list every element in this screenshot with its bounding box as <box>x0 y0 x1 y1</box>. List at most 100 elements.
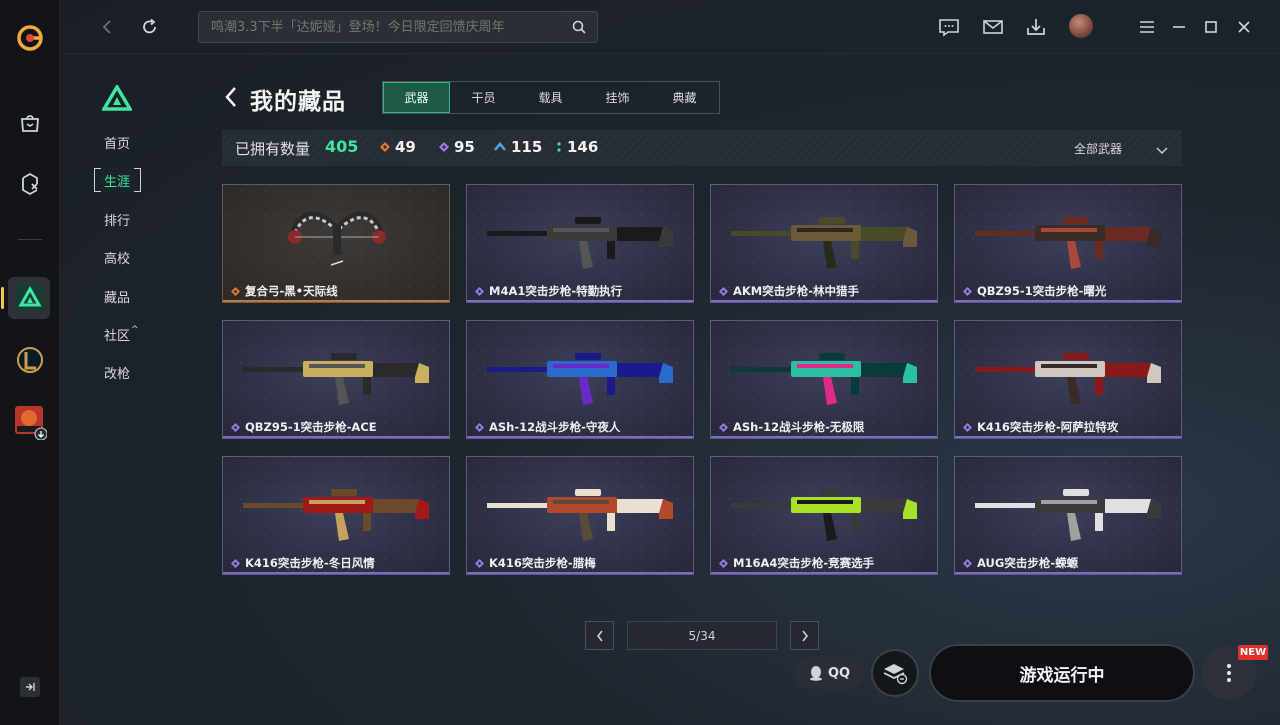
weapon-name: K416突击步枪-冬日风情 <box>231 555 375 571</box>
weapon-name-text: M4A1突击步枪-特勤执行 <box>489 284 623 298</box>
weapon-name: M4A1突击步枪-特勤执行 <box>475 283 622 299</box>
weapon-card[interactable]: K416突击步枪-阿萨拉特攻 <box>954 320 1182 439</box>
qq-login-button[interactable]: QQ <box>795 657 864 689</box>
owned-label: 已拥有数量 <box>235 140 311 158</box>
weapon-name-text: QBZ95-1突击步枪-曙光 <box>977 284 1107 298</box>
diamond-purple-icon <box>963 286 972 296</box>
weapon-card[interactable]: M16A4突击步枪-竞赛选手 <box>710 456 938 575</box>
rarity-line <box>955 436 1181 438</box>
rifle-image <box>243 489 429 541</box>
league-of-legends-game-icon[interactable] <box>10 340 50 380</box>
weapon-name-text: AUG突击步枪-蝾螈 <box>977 556 1079 570</box>
weapon-name-text: 复合弓-黑•天际线 <box>245 284 338 298</box>
owned-count: 405 <box>325 137 359 156</box>
game-running-button[interactable]: 游戏运行中 <box>929 644 1195 702</box>
menu-icon[interactable] <box>1134 14 1160 40</box>
subnav-item-ranking[interactable]: 排行 <box>104 210 130 229</box>
new-badge: NEW <box>1238 645 1268 660</box>
weapon-name: 复合弓-黑•天际线 <box>231 283 338 299</box>
chevron-down-icon[interactable] <box>1156 140 1168 159</box>
weapon-card[interactable]: AUG突击步枪-蝾螈 <box>954 456 1182 575</box>
minimize-icon[interactable] <box>1166 14 1192 40</box>
refresh-icon[interactable] <box>137 14 163 40</box>
search-input[interactable] <box>199 12 564 42</box>
bow-image <box>288 211 386 266</box>
back-nav-icon[interactable] <box>94 14 120 40</box>
diamond-purple-icon <box>719 558 728 568</box>
diamond-orange-icon <box>380 142 390 152</box>
diamond-purple-icon <box>719 286 728 296</box>
user-avatar[interactable] <box>1069 14 1093 38</box>
subnav-item-community-label: 社区 <box>104 329 131 344</box>
rarity-green-value: 146 <box>567 138 599 156</box>
rifle-image <box>731 489 917 541</box>
rarity-purple-value: 95 <box>454 138 475 156</box>
search-icon[interactable] <box>571 19 587 39</box>
rarity-line <box>223 572 449 574</box>
rarity-line <box>467 300 693 302</box>
download-icon[interactable] <box>1023 14 1049 40</box>
rifle-image <box>975 489 1161 541</box>
weapon-name: K416突击步枪-腊梅 <box>475 555 596 571</box>
app-logo-icon[interactable] <box>10 18 50 58</box>
weapon-name: ASh-12战斗步枪-守夜人 <box>475 419 620 435</box>
stats-bar: 已拥有数量 405 49 95 115 146 全部武器 <box>222 130 1182 166</box>
close-icon[interactable] <box>1231 14 1257 40</box>
weapon-card[interactable]: ASh-12战斗步枪-无极限 <box>710 320 938 439</box>
delta-force-game-icon[interactable] <box>10 278 50 318</box>
weapon-card[interactable]: ASh-12战斗步枪-守夜人 <box>466 320 694 439</box>
tab-weapons[interactable]: 武器 <box>383 82 450 113</box>
weapon-card[interactable]: QBZ95-1突击步枪-曙光 <box>954 184 1182 303</box>
dots-green-icon <box>557 142 561 152</box>
diamond-purple-icon <box>963 558 972 568</box>
more-vertical-icon <box>1227 664 1231 682</box>
overlay-layers-button[interactable] <box>871 649 919 697</box>
weapon-name-text: ASh-12战斗步枪-无极限 <box>733 420 865 434</box>
weapon-name: M16A4突击步枪-竞赛选手 <box>719 555 874 571</box>
weapon-card[interactable]: QBZ95-1突击步枪-ACE <box>222 320 450 439</box>
rifle-image <box>975 217 1161 269</box>
subnav-item-university[interactable]: 高校 <box>104 248 130 267</box>
weapon-filter-dropdown[interactable]: 全部武器 <box>1074 140 1122 157</box>
expand-rail-icon[interactable] <box>20 677 40 697</box>
mail-icon[interactable] <box>980 14 1006 40</box>
subnav-item-home[interactable]: 首页 <box>104 133 130 152</box>
rifle-image <box>731 353 917 405</box>
weapon-name-text: QBZ95-1突击步枪-ACE <box>245 420 377 434</box>
app-rail <box>0 0 60 725</box>
rarity-line <box>467 436 693 438</box>
rail-divider <box>18 239 42 240</box>
weapon-card[interactable]: 复合弓-黑•天际线 <box>222 184 450 303</box>
weapon-card[interactable]: K416突击步枪-腊梅 <box>466 456 694 575</box>
subnav-item-community[interactable]: 社区^ <box>104 325 139 344</box>
rifle-image <box>487 489 673 541</box>
subnav-item-collection[interactable]: 藏品 <box>104 287 130 306</box>
weapon-card[interactable]: AKM突击步枪-林中猎手 <box>710 184 938 303</box>
page-indicator: 5/34 <box>627 621 777 650</box>
rarity-orange-value: 49 <box>395 138 416 156</box>
subnav-item-career[interactable]: 生涯 <box>104 171 130 190</box>
nba2k-online-game-icon[interactable] <box>10 402 50 442</box>
store-icon[interactable] <box>10 103 50 143</box>
rarity-line <box>711 300 937 302</box>
tab-charms[interactable]: 挂饰 <box>584 82 651 113</box>
tab-vehicles[interactable]: 载具 <box>517 82 584 113</box>
diamond-purple-icon <box>439 142 449 152</box>
tab-collectibles[interactable]: 典藏 <box>651 82 718 113</box>
subnav-item-gunsmith[interactable]: 改枪 <box>104 363 130 382</box>
weapon-card[interactable]: M4A1突击步枪-特勤执行 <box>466 184 694 303</box>
search-box <box>198 11 598 43</box>
back-arrow-icon[interactable] <box>224 86 238 112</box>
weapon-card[interactable]: K416突击步枪-冬日风情 <box>222 456 450 575</box>
games-hub-icon[interactable] <box>10 164 50 204</box>
maximize-icon[interactable] <box>1198 14 1224 40</box>
next-page-button[interactable] <box>790 621 819 650</box>
rarity-line <box>711 436 937 438</box>
weapon-name: AKM突击步枪-林中猎手 <box>719 283 859 299</box>
rarity-line <box>711 572 937 574</box>
chat-icon[interactable] <box>936 14 962 40</box>
prev-page-button[interactable] <box>585 621 614 650</box>
weapon-name-text: ASh-12战斗步枪-守夜人 <box>489 420 621 434</box>
tab-operators[interactable]: 干员 <box>450 82 517 113</box>
rarity-line <box>223 300 449 302</box>
